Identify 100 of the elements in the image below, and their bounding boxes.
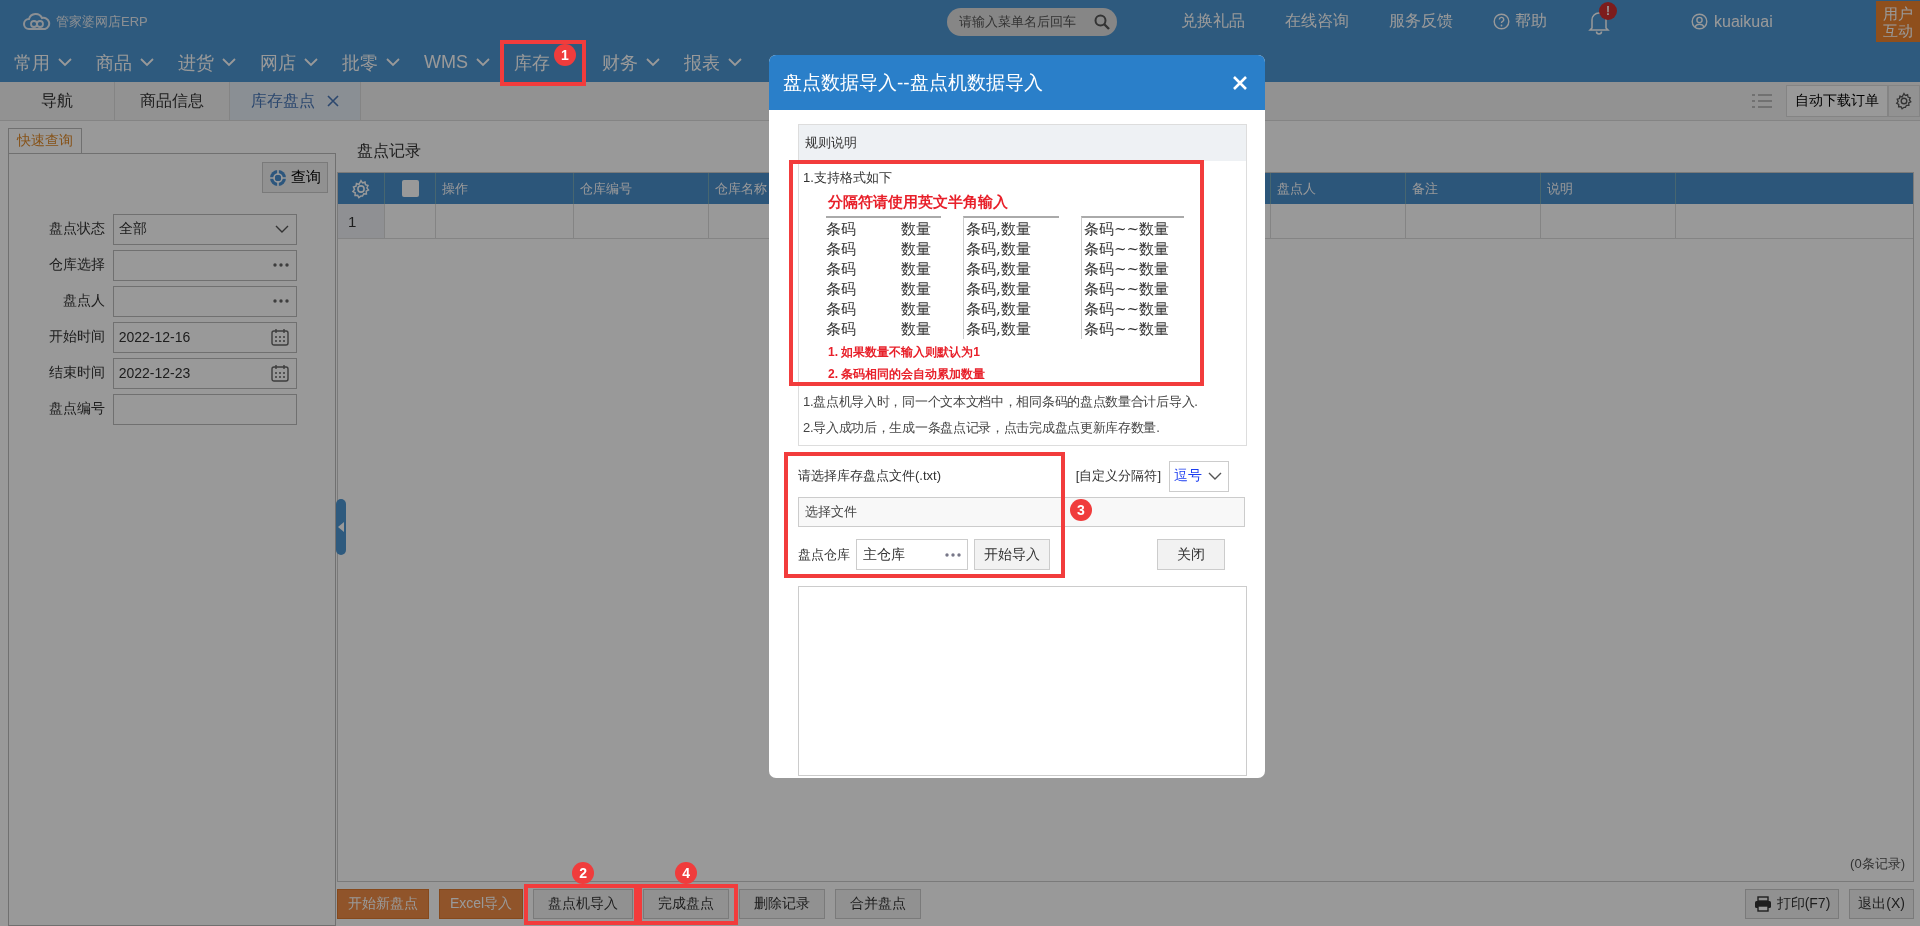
page-tab[interactable]: 导航 xyxy=(0,82,115,120)
help-link[interactable]: 帮助 xyxy=(1493,11,1547,32)
toolbar-button[interactable]: 合并盘点 xyxy=(835,889,922,919)
sample-text: 条码 xyxy=(826,319,856,339)
menu-item[interactable]: 库存 xyxy=(514,46,550,79)
sample-text: 条码~~数量 xyxy=(1084,259,1170,279)
user-interaction-button[interactable]: 用户互动 xyxy=(1876,1,1920,42)
warehouse-label: 盘点仓库 xyxy=(798,545,850,564)
format-note: 2. 条码相同的会自动累加数量 xyxy=(828,366,987,383)
top-link[interactable]: 兑换礼品 xyxy=(1181,11,1245,32)
date-field[interactable]: 2022-12-16 xyxy=(112,321,297,353)
sample-text: 数量 xyxy=(901,239,931,259)
calendar-icon xyxy=(271,364,289,382)
column-header[interactable]: 仓库编号 xyxy=(574,173,709,204)
lookup-field[interactable]: 主仓库 xyxy=(856,539,968,570)
sample-text: 条码,数量 xyxy=(966,299,1031,319)
menu-item[interactable]: 常用 xyxy=(14,46,72,79)
settings-icon[interactable] xyxy=(1895,92,1913,110)
close-button[interactable]: 关闭 xyxy=(1157,539,1225,570)
sample-text: 条码 xyxy=(826,259,856,279)
auto-download-button[interactable]: 自动下载订单 xyxy=(1786,85,1888,117)
calendar-icon xyxy=(271,328,289,346)
field-label: 盘点编号 xyxy=(47,400,106,418)
annotation-badge: 2 xyxy=(572,862,595,884)
rule-text: 2.导入成功后，生成一条盘点记录，点击完成盘点更新库存数量. xyxy=(802,419,1161,437)
user-link[interactable]: kuaikuai xyxy=(1691,12,1773,31)
sample-text: 条码 xyxy=(826,279,856,299)
list-icon[interactable] xyxy=(1752,94,1772,108)
sample-text: 数量 xyxy=(901,279,931,299)
menu-item[interactable]: 财务 xyxy=(602,46,660,79)
lookup-field[interactable] xyxy=(112,249,297,281)
ellipsis-icon xyxy=(945,552,961,557)
separator-label: [自定义分隔符] xyxy=(1075,467,1161,485)
column-header[interactable]: 备注 xyxy=(1406,173,1541,204)
print-button[interactable]: 打印(F7) xyxy=(1744,889,1840,919)
field-label: 开始时间 xyxy=(47,328,106,346)
collapse-handle[interactable] xyxy=(336,499,346,555)
field-label: 盘点人 xyxy=(61,292,106,310)
notification-badge: ! xyxy=(1599,1,1617,20)
column-header[interactable]: 说明 xyxy=(1541,173,1676,204)
file-label: 请选择库存盘点文件(.txt) xyxy=(798,467,941,485)
sample-text: 数量 xyxy=(901,259,931,279)
dialog-title: 盘点数据导入--盘点机数据导入 xyxy=(783,70,1043,95)
caret-left-icon xyxy=(338,522,344,532)
menu-item[interactable]: 批零 xyxy=(342,46,400,79)
menu-item[interactable]: WMS xyxy=(424,48,490,77)
query-button[interactable]: 查询 xyxy=(262,162,328,193)
app-logo-text: 管家婆网店ERP xyxy=(56,12,148,31)
printer-icon xyxy=(1753,896,1772,912)
menu-item[interactable]: 进货 xyxy=(178,46,236,79)
sample-text: 条码~~数量 xyxy=(1084,239,1170,259)
ellipsis-icon xyxy=(273,263,289,267)
rule-text: 1.盘点机导入时，同一个文本文档中，相同条码的盘点数量合计后导入. xyxy=(802,393,1199,411)
menu-item[interactable]: 商品 xyxy=(96,46,154,79)
annotation-badge: 4 xyxy=(675,862,698,884)
exit-button[interactable]: 退出(X) xyxy=(1849,889,1914,919)
top-link[interactable]: 在线咨询 xyxy=(1285,11,1349,32)
toolbar-button[interactable]: 删除记录 xyxy=(739,889,826,919)
date-field[interactable]: 2022-12-23 xyxy=(112,357,297,389)
quick-query-tab[interactable]: 快速查询 xyxy=(8,128,82,153)
toolbar-button[interactable]: 开始新盘点 xyxy=(337,889,429,919)
page-tab[interactable]: 库存盘点 xyxy=(230,82,361,120)
sample-text: 数量 xyxy=(901,319,931,339)
field-label: 结束时间 xyxy=(47,364,106,382)
toolbar-button[interactable]: 盘点机导入 xyxy=(533,889,634,919)
crosshair-icon xyxy=(269,168,287,187)
sample-text: 条码,数量 xyxy=(966,239,1031,259)
rules-heading: 规则说明 xyxy=(805,134,857,152)
rule-text: 1.支持格式如下 xyxy=(803,169,893,187)
menu-item[interactable]: 网店 xyxy=(260,46,318,79)
ellipsis-icon xyxy=(273,299,289,303)
column-header[interactable]: 盘点人 xyxy=(1271,173,1406,204)
input-field[interactable] xyxy=(112,393,297,425)
sample-text: 条码,数量 xyxy=(966,259,1031,279)
select-all-checkbox[interactable] xyxy=(401,180,419,197)
user-icon xyxy=(1691,13,1708,30)
lookup-field[interactable] xyxy=(112,285,297,317)
top-link[interactable]: 服务反馈 xyxy=(1389,11,1453,32)
sample-text: 条码~~数量 xyxy=(1084,299,1170,319)
search-icon[interactable] xyxy=(1094,13,1110,30)
separator-dropdown[interactable]: 逗号 xyxy=(1169,460,1229,492)
section-title: 盘点记录 xyxy=(356,141,421,161)
toolbar-button[interactable]: 完成盘点 xyxy=(643,889,730,919)
sample-text: 条码 xyxy=(826,299,856,319)
sample-text: 数量 xyxy=(901,219,931,239)
menu-search-field[interactable]: 请输入菜单名后回车 xyxy=(947,7,1117,36)
menu-item[interactable]: 报表 xyxy=(684,46,742,79)
close-icon[interactable] xyxy=(327,95,339,107)
row-number: 1 xyxy=(338,204,385,238)
column-header[interactable]: 操作 xyxy=(436,173,574,204)
record-count: (0条记录) xyxy=(1850,855,1906,873)
sample-text: 条码 xyxy=(826,219,856,239)
field-label: 盘点状态 xyxy=(47,220,106,238)
toolbar-button[interactable]: Excel导入 xyxy=(439,889,524,919)
start-import-button[interactable]: 开始导入 xyxy=(974,539,1050,570)
separator-warning: 分隔符请使用英文半角输入 xyxy=(828,193,1009,212)
field-label: 仓库选择 xyxy=(47,256,106,274)
dropdown-field[interactable]: 全部 xyxy=(112,213,297,245)
sample-text: 条码~~数量 xyxy=(1084,279,1170,299)
cloud-logo-icon xyxy=(22,12,52,31)
